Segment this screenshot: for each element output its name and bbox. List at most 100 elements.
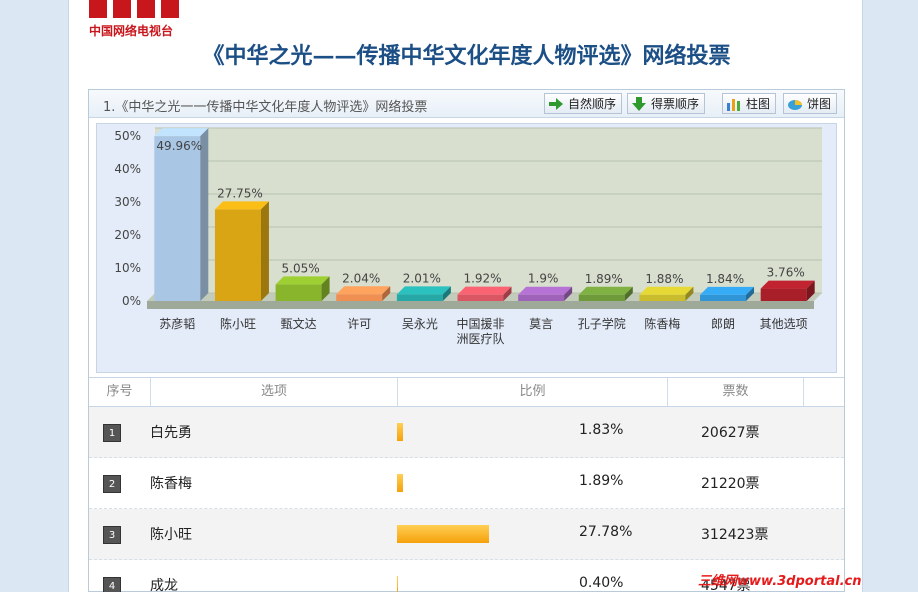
row-index-badge: 1 [103, 424, 121, 442]
vote-order-button[interactable]: 得票顺序 [627, 93, 706, 114]
bar-value-label: 27.75% [217, 186, 263, 200]
ratio-bar [397, 576, 399, 592]
page-container: 中国网络电视台 《中华之光——传播中华文化年度人物评选》网络投票 1.《中华之光… [68, 0, 863, 592]
row-option-name: 白先勇 [150, 425, 192, 441]
y-tick-label: 20% [114, 228, 141, 242]
chart-bar [639, 294, 686, 301]
chart-bar-top [578, 286, 633, 295]
header-option: 选项 [151, 378, 398, 406]
row-votes: 312423票 [701, 527, 769, 543]
x-tick-label: 中国援非 [456, 316, 504, 331]
row-votes: 21220票 [701, 476, 760, 492]
x-tick-label: 许可 [347, 317, 371, 331]
chart-bar [700, 294, 747, 301]
chart-bar-side [200, 128, 209, 301]
bar-value-label: 1.88% [645, 272, 683, 286]
chart-bar [457, 294, 504, 301]
chart-floor-edge [147, 301, 814, 309]
bar-value-label: 1.84% [706, 272, 744, 286]
row-ratio: 1.83% [579, 422, 624, 438]
arrow-down-icon [631, 96, 647, 111]
ratio-bar [397, 423, 404, 441]
chart-bar [396, 294, 443, 301]
table-row: 2 陈香梅 1.89% 21220票 [89, 458, 844, 509]
chart-bar [760, 288, 807, 301]
ratio-bar [397, 525, 489, 543]
bar-value-label: 2.01% [403, 271, 441, 285]
x-tick-label: 郎朗 [711, 317, 735, 331]
row-option-name: 陈香梅 [150, 476, 192, 492]
x-tick-label: 吴永光 [402, 317, 438, 331]
panel-header: 1.《中华之光一一传播中华文化年度人物评选》网络投票 自然顺序 得票顺序 柱图 [89, 90, 844, 118]
x-tick-label: 其他选项 [760, 317, 808, 331]
bar-value-label: 49.96% [156, 139, 202, 153]
chart-bar-top [214, 201, 269, 210]
watermark-text: 三维网www.3dportal.cn [698, 574, 862, 589]
vote-panel: 1.《中华之光一一传播中华文化年度人物评选》网络投票 自然顺序 得票顺序 柱图 [88, 89, 845, 592]
chart-bar-top [154, 128, 209, 137]
row-option-name: 成龙 [150, 578, 178, 592]
y-tick-label: 10% [114, 261, 141, 275]
bar-value-label: 2.04% [342, 271, 380, 285]
chart-bar-top [760, 280, 815, 289]
header-votes: 票数 [668, 378, 804, 406]
cntv-logo[interactable]: 中国网络电视台 [89, 0, 199, 40]
row-ratio: 1.89% [579, 473, 624, 489]
bar-chart-label: 柱图 [746, 97, 771, 111]
vote-chart: 0% 10% 20% 30% 40% 50% 49.96% 苏彦韬 27.75% 陈小旺 5.05%… [96, 123, 837, 373]
table-row: 1 白先勇 1.83% 20627票 [89, 407, 844, 458]
arrow-right-icon [548, 97, 564, 111]
bar-value-label: 5.05% [282, 261, 320, 275]
table-header: 序号 选项 比例 票数 [89, 377, 844, 407]
x-tick-label: 洲医疗队 [456, 331, 504, 346]
natural-order-label: 自然顺序 [568, 97, 617, 111]
chart-bar [518, 294, 565, 301]
row-index-badge: 4 [103, 577, 121, 592]
logo-text: 中国网络电视台 [89, 24, 174, 38]
row-votes: 20627票 [701, 425, 760, 441]
chart-bar [578, 294, 625, 301]
chart-bar-top [700, 286, 755, 295]
bar-value-label: 1.89% [585, 272, 623, 286]
chart-bar-top [518, 286, 573, 295]
chart-bar [336, 294, 383, 301]
row-ratio: 27.78% [579, 524, 633, 540]
bar-value-label: 1.92% [463, 272, 501, 286]
header-spacer [804, 378, 844, 406]
cntv-logo-mark [89, 0, 189, 20]
bar-chart-button[interactable]: 柱图 [722, 93, 777, 114]
chart-bar-top [336, 286, 391, 295]
pie-chart-button[interactable]: 饼图 [783, 93, 838, 114]
natural-order-button[interactable]: 自然顺序 [544, 93, 623, 114]
bar-value-label: 3.76% [767, 266, 805, 280]
y-tick-label: 30% [114, 195, 141, 209]
y-tick-label: 0% [122, 294, 141, 308]
chart-bar-side [260, 201, 269, 301]
page-title: 《中华之光——传播中华文化年度人物评选》网络投票 [202, 43, 731, 69]
row-option-name: 陈小旺 [150, 527, 192, 543]
bar-chart-svg: 0% 10% 20% 30% 40% 50% 49.96% 苏彦韬 27.75% 陈小旺 5.05%… [114, 127, 822, 346]
row-index-badge: 2 [103, 475, 121, 493]
chart-bar [214, 209, 261, 301]
y-tick-label: 50% [114, 129, 141, 143]
x-tick-label: 甄文达 [281, 316, 317, 331]
bar-chart-icon [726, 97, 742, 111]
row-ratio: 0.40% [579, 575, 624, 591]
y-tick-label: 40% [114, 162, 141, 176]
x-tick-label: 陈小旺 [220, 316, 256, 331]
bar-value-label: 1.9% [528, 272, 559, 286]
vote-order-label: 得票顺序 [651, 97, 700, 111]
row-index-badge: 3 [103, 526, 121, 544]
pie-chart-label: 饼图 [807, 97, 832, 111]
x-tick-label: 苏彦韬 [159, 316, 195, 331]
header-index: 序号 [89, 378, 151, 406]
panel-title: 1.《中华之光一一传播中华文化年度人物评选》网络投票 [103, 100, 428, 115]
x-tick-label: 孔子学院 [578, 316, 626, 331]
header-ratio: 比例 [398, 378, 668, 406]
chart-bar-top [396, 286, 451, 295]
table-row: 3 陈小旺 27.78% 312423票 [89, 509, 844, 560]
x-tick-label: 陈香梅 [644, 316, 680, 331]
pie-chart-icon [787, 97, 803, 111]
chart-bar [154, 136, 201, 301]
x-tick-label: 莫言 [529, 317, 553, 331]
